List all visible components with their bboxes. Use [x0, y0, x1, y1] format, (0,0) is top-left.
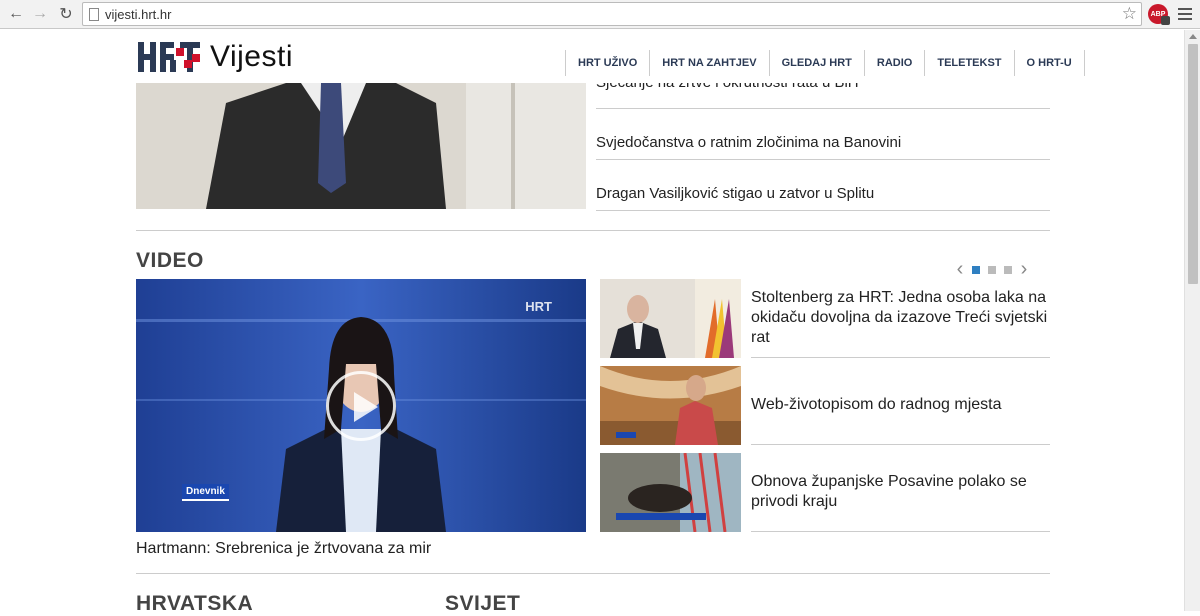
video-list-item[interactable]: Web-životopisom do radnog mjesta [600, 366, 1050, 453]
video-item-title[interactable]: Stoltenberg za HRT: Jedna osoba laka na … [751, 279, 1050, 358]
top-story-link[interactable]: Svjedočanstva o ratnim zločinima na Bano… [596, 109, 1050, 160]
main-video-player[interactable]: HRT Dnevnik [136, 279, 586, 532]
play-icon[interactable] [326, 371, 396, 441]
video-thumbnail[interactable] [600, 453, 741, 532]
scroll-up-icon[interactable] [1189, 34, 1197, 39]
video-carousel-controls: ‹ › [952, 258, 1032, 281]
video-section-title[interactable]: VIDEO [136, 249, 204, 273]
scroll-thumb[interactable] [1188, 44, 1198, 284]
main-video-caption[interactable]: Hartmann: Srebrenica je žrtvovana za mir [136, 540, 431, 558]
carousel-dot[interactable] [972, 265, 980, 274]
logo-text: Vijesti [210, 40, 293, 73]
section-divider [136, 230, 1050, 231]
video-item-title[interactable]: Obnova županjske Posavine polako se priv… [751, 453, 1050, 532]
hrt-logo[interactable]: Vijesti [136, 40, 293, 74]
video-thumbnail[interactable] [600, 366, 741, 445]
top-story-list: Sjećanje na žrtve i okrutnosti rata u Bi… [596, 66, 1050, 211]
browser-toolbar: ← → ↻ vijesti.hrt.hr ☆ ABP [0, 0, 1200, 29]
video-thumbnail[interactable] [600, 279, 741, 358]
nav-radio[interactable]: RADIO [865, 50, 926, 76]
nav-o-hrt-u[interactable]: O HRT-U [1015, 50, 1085, 76]
site-header: Vijesti HRT UŽIVO HRT NA ZAHTJEV GLEDAJ … [0, 30, 1184, 83]
menu-icon[interactable] [1178, 8, 1192, 23]
chevron-left-icon[interactable]: ‹ [952, 258, 968, 281]
video-list-item[interactable]: Stoltenberg za HRT: Jedna osoba laka na … [600, 279, 1050, 366]
scrollbar[interactable] [1184, 30, 1200, 611]
carousel-dot[interactable] [988, 265, 996, 274]
main-nav: HRT UŽIVO HRT NA ZAHTJEV GLEDAJ HRT RADI… [565, 50, 1085, 76]
nav-hrt-na-zahtjev[interactable]: HRT NA ZAHTJEV [650, 50, 770, 76]
back-arrow-icon[interactable]: ← [6, 4, 26, 24]
video-side-list: Stoltenberg za HRT: Jedna osoba laka na … [600, 279, 1050, 540]
address-bar[interactable]: vijesti.hrt.hr ☆ [82, 2, 1142, 26]
carousel-dot[interactable] [1004, 265, 1012, 274]
top-story-link[interactable]: Dragan Vasiljković stigao u zatvor u Spl… [596, 160, 1050, 211]
nav-hrt-uzivo[interactable]: HRT UŽIVO [566, 50, 651, 76]
video-item-title[interactable]: Web-životopisom do radnog mjesta [751, 366, 1050, 445]
hrt-watermark: HRT [525, 299, 552, 314]
star-icon[interactable]: ☆ [1122, 4, 1137, 24]
nav-teletekst[interactable]: TELETEKST [925, 50, 1015, 76]
address-bar-url[interactable]: vijesti.hrt.hr [105, 7, 171, 22]
nav-gledaj-hrt[interactable]: GLEDAJ HRT [770, 50, 865, 76]
top-story-image[interactable] [136, 83, 586, 209]
hrt-logo-mark [136, 40, 204, 74]
video-list-item[interactable]: Obnova županjske Posavine polako se priv… [600, 453, 1050, 540]
hrvatska-section-title[interactable]: HRVATSKA [136, 592, 253, 616]
svijet-section-title[interactable]: SVIJET [445, 592, 520, 616]
forward-arrow-icon[interactable]: → [30, 4, 50, 24]
chevron-right-icon[interactable]: › [1016, 258, 1032, 281]
section-divider [136, 573, 1050, 574]
adblock-badge [1161, 16, 1170, 25]
dnevnik-tag: Dnevnik [182, 484, 229, 501]
reload-icon[interactable]: ↻ [56, 4, 76, 24]
page-icon [89, 8, 99, 21]
